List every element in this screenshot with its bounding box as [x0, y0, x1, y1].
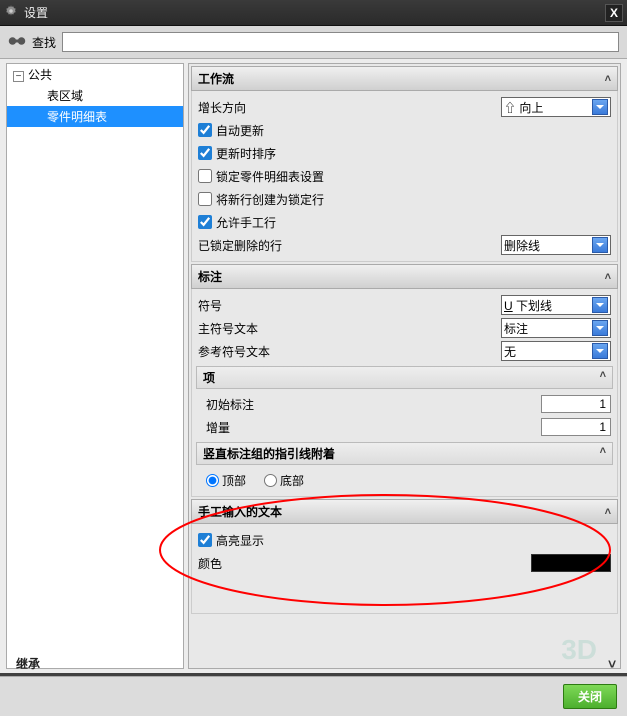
inherit-label: 继承	[16, 655, 40, 672]
settings-tree[interactable]: −公共 表区域 零件明细表	[6, 63, 184, 669]
subheader-label: 竖直标注组的指引线附着	[203, 445, 335, 462]
growth-dir-combo[interactable]: ⇧ 向上	[501, 97, 611, 117]
tree-node-parts-list[interactable]: 零件明细表	[7, 106, 183, 127]
binoculars-icon	[8, 34, 26, 51]
sort-on-update-label: 更新时排序	[216, 145, 276, 162]
combo-text: 标注	[504, 320, 592, 337]
main-text-combo[interactable]: 标注	[501, 318, 611, 338]
allow-manual-label: 允许手工行	[216, 214, 276, 231]
radio-top[interactable]: 顶部	[206, 472, 246, 489]
section-header-workflow[interactable]: 工作流 ˄	[191, 66, 618, 91]
dropdown-arrow-icon	[592, 343, 608, 359]
initial-callout-input[interactable]	[541, 395, 611, 413]
auto-update-checkbox[interactable]	[198, 123, 212, 137]
main-text-label: 主符号文本	[198, 320, 501, 337]
dialog-footer: 关闭	[0, 676, 627, 716]
radio-bottom-input[interactable]	[264, 474, 277, 487]
settings-panel: 工作流 ˄ 增长方向 ⇧ 向上 自动更新 更新时排序 锁定零件明细表设置 将新行…	[188, 63, 621, 669]
initial-callout-label: 初始标注	[206, 396, 541, 413]
collapse-icon[interactable]: ˄	[600, 445, 606, 462]
radio-top-input[interactable]	[206, 474, 219, 487]
auto-update-label: 自动更新	[216, 122, 264, 139]
search-label: 查找	[32, 34, 56, 51]
ref-text-label: 参考符号文本	[198, 343, 501, 360]
leader-subheader[interactable]: 竖直标注组的指引线附着 ˄	[196, 442, 613, 465]
color-label: 颜色	[198, 555, 531, 572]
tree-root-label: 公共	[28, 68, 52, 82]
combo-text: 删除线	[504, 237, 592, 254]
allow-manual-checkbox[interactable]	[198, 215, 212, 229]
expand-icon[interactable]: −	[13, 71, 24, 82]
inherit-row: 继承 ˅	[16, 655, 616, 672]
section-workflow: 工作流 ˄ 增长方向 ⇧ 向上 自动更新 更新时排序 锁定零件明细表设置 将新行…	[191, 66, 618, 262]
increment-input[interactable]	[541, 418, 611, 436]
section-title: 工作流	[198, 70, 234, 87]
items-subheader[interactable]: 项 ˄	[196, 366, 613, 389]
collapse-icon[interactable]: ˄	[605, 506, 611, 518]
collapse-icon[interactable]: ˄	[605, 73, 611, 85]
locked-deleted-label: 已锁定删除的行	[198, 237, 501, 254]
dropdown-arrow-icon	[592, 297, 608, 313]
ref-text-combo[interactable]: 无	[501, 341, 611, 361]
section-manual-text: 手工输入的文本 ˄ 高亮显示 颜色	[191, 499, 618, 614]
titlebar: 设置 X	[0, 0, 627, 26]
dropdown-arrow-icon	[592, 237, 608, 253]
window-title: 设置	[24, 4, 48, 21]
color-picker[interactable]	[531, 554, 611, 572]
search-bar: 查找	[0, 26, 627, 59]
radio-top-label: 顶部	[222, 472, 246, 489]
increment-label: 增量	[206, 419, 541, 436]
lock-bom-checkbox[interactable]	[198, 169, 212, 183]
symbol-label: 符号	[198, 297, 501, 314]
tree-node-table-area[interactable]: 表区域	[7, 85, 183, 106]
combo-text: ⇧ 向上	[504, 99, 592, 116]
combo-text: 无	[504, 343, 592, 360]
dropdown-arrow-icon	[592, 99, 608, 115]
window-close-button[interactable]: X	[605, 4, 623, 22]
combo-text: U U 下划线下划线	[504, 297, 592, 314]
section-callout: 标注 ˄ 符号 U U 下划线下划线 主符号文本 标注	[191, 264, 618, 497]
radio-bottom-label: 底部	[280, 472, 304, 489]
section-title: 手工输入的文本	[198, 503, 282, 520]
highlight-label: 高亮显示	[216, 532, 264, 549]
tree-node-root[interactable]: −公共	[7, 64, 183, 85]
dialog-body: −公共 表区域 零件明细表 工作流 ˄ 增长方向 ⇧ 向上 自动更新 更新时	[0, 59, 627, 673]
growth-dir-label: 增长方向	[198, 99, 501, 116]
gear-icon	[4, 4, 18, 21]
sort-on-update-checkbox[interactable]	[198, 146, 212, 160]
lock-bom-label: 锁定零件明细表设置	[216, 168, 324, 185]
section-header-callout[interactable]: 标注 ˄	[191, 264, 618, 289]
symbol-combo[interactable]: U U 下划线下划线	[501, 295, 611, 315]
radio-bottom[interactable]: 底部	[264, 472, 304, 489]
section-title: 标注	[198, 268, 222, 285]
collapse-icon[interactable]: ˄	[605, 271, 611, 283]
dropdown-arrow-icon	[592, 320, 608, 336]
section-header-manual[interactable]: 手工输入的文本 ˄	[191, 499, 618, 524]
new-rows-locked-checkbox[interactable]	[198, 192, 212, 206]
subheader-label: 项	[203, 369, 215, 386]
highlight-checkbox[interactable]	[198, 533, 212, 547]
chevron-down-icon[interactable]: ˅	[608, 656, 616, 672]
close-button[interactable]: 关闭	[563, 684, 617, 709]
search-input[interactable]	[62, 32, 619, 52]
new-rows-locked-label: 将新行创建为锁定行	[216, 191, 324, 208]
locked-deleted-combo[interactable]: 删除线	[501, 235, 611, 255]
collapse-icon[interactable]: ˄	[600, 369, 606, 386]
